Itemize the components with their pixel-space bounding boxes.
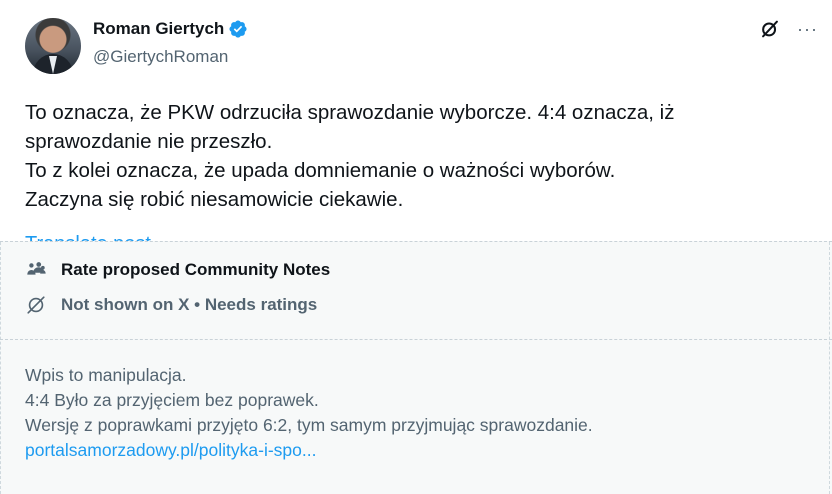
note-status-label: Not shown on X • Needs ratings <box>61 295 318 314</box>
community-notes-panel: Rate proposed Community Notes Not shown … <box>0 241 832 494</box>
notes-divider <box>0 339 832 340</box>
note-body: Wpis to manipulacja. 4:4 Było za przyjęc… <box>25 363 815 463</box>
grok-slash-icon[interactable] <box>759 18 781 40</box>
tweet-text: To oznacza, że PKW odrzuciła sprawozdani… <box>25 98 815 214</box>
tweet-text-line: To z kolei oznacza, że upada domniemanie… <box>25 159 616 182</box>
people-group-icon <box>27 262 46 275</box>
rate-notes-label: Rate proposed Community Notes <box>61 260 331 279</box>
rate-notes-row[interactable]: Rate proposed Community Notes <box>25 259 330 281</box>
author-handle[interactable]: @GiertychRoman <box>93 47 228 67</box>
author-name[interactable]: Roman Giertych <box>93 19 224 39</box>
note-source-link[interactable]: portalsamorzadowy.pl/polityka-i-spo... <box>25 438 815 463</box>
avatar[interactable] <box>25 18 81 74</box>
note-text-line: Wpis to manipulacja. <box>25 365 187 385</box>
top-actions: ··· <box>759 18 818 40</box>
tweet-text-line: sprawozdanie nie przeszło. <box>25 130 273 153</box>
tweet-text-line: To oznacza, że PKW odrzuciła sprawozdani… <box>25 101 675 124</box>
note-text-line: Wersję z poprawkami przyjęto 6:2, tym sa… <box>25 415 593 435</box>
eye-off-slash-icon <box>27 296 45 314</box>
more-options-icon[interactable]: ··· <box>797 18 818 40</box>
note-text-line: 4:4 Było za przyjęciem bez poprawek. <box>25 390 319 410</box>
note-status-row: Not shown on X • Needs ratings <box>25 294 317 316</box>
tweet-card[interactable]: Roman Giertych @GiertychRoman ··· To ozn… <box>0 0 832 494</box>
tweet-text-line: Zaczyna się robić niesamowicie ciekawie. <box>25 188 404 211</box>
verified-badge-icon <box>229 20 247 38</box>
author-name-row: Roman Giertych <box>93 19 248 39</box>
